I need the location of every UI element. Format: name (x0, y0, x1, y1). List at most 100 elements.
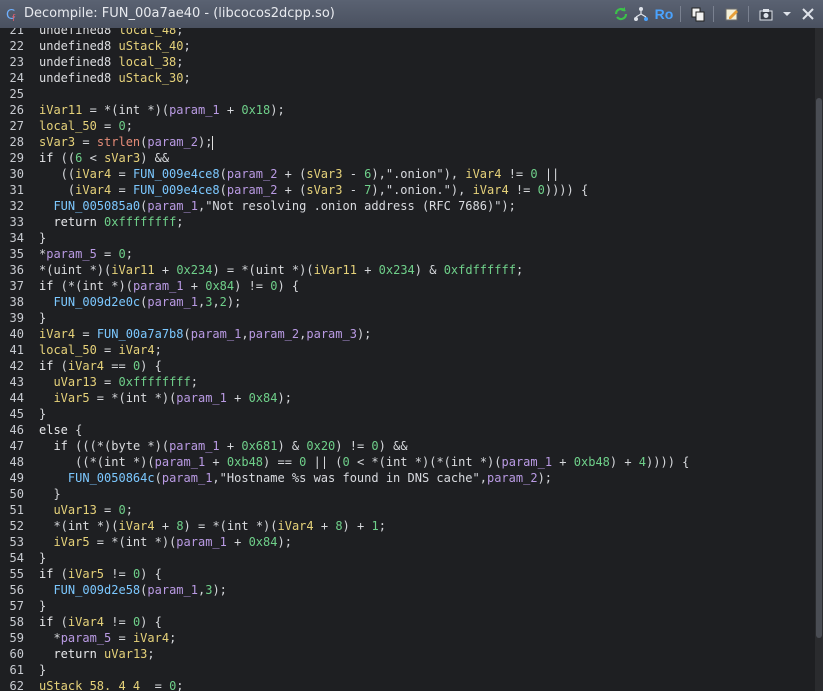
code-token[interactable]: strlen (97, 135, 140, 149)
code-token[interactable]: ) { (140, 615, 162, 629)
code-token[interactable]: ( (53, 615, 68, 629)
code-token[interactable]: 0xb48 (227, 455, 263, 469)
code-token[interactable]: iVar4 (118, 343, 154, 357)
code-line[interactable]: 29 if ((6 < sVar3) && (0, 150, 815, 166)
code-text[interactable]: if ((6 < sVar3) && (39, 150, 169, 166)
code-line[interactable]: 37 if (*(int *)(param_1 + 0x84) != 0) { (0, 278, 815, 294)
code-line[interactable]: 42 if (iVar4 == 0) { (0, 358, 815, 374)
code-text[interactable]: } (39, 550, 46, 566)
code-token[interactable]: ; (169, 631, 176, 645)
code-line[interactable]: 25 (0, 86, 815, 102)
code-token[interactable]: undefined8 (39, 28, 118, 37)
code-text[interactable]: FUN_0050864c(param_1,"Hostname %s was fo… (39, 470, 552, 486)
code-token[interactable]: iVar4 (278, 519, 314, 533)
code-token[interactable]: "Not resolving .onion address (RFC 7686)… (205, 199, 501, 213)
menu-chevron-icon[interactable] (779, 5, 795, 23)
code-token[interactable]: byte (111, 439, 140, 453)
code-token[interactable]: param_2 (227, 183, 278, 197)
code-token[interactable]: "Hostname %s was found in DNS cache" (220, 471, 480, 485)
code-text[interactable]: return 0xffffffff; (39, 214, 183, 230)
code-token[interactable]: *)( (104, 279, 133, 293)
code-token[interactable]: int (104, 455, 126, 469)
code-text[interactable]: iVar4 = FUN_00a7a7b8(param_1,param_2,par… (39, 326, 371, 342)
code-token[interactable]: + (314, 519, 336, 533)
code-line[interactable]: 35 *param_5 = 0; (0, 246, 815, 262)
code-token[interactable]: param_5 (61, 631, 112, 645)
code-token[interactable]: ; (126, 503, 133, 517)
code-token[interactable]: = (97, 503, 119, 517)
code-line[interactable]: 30 ((iVar4 = FUN_009e4ce8(param_2 + (sVa… (0, 166, 815, 182)
code-text[interactable]: } (39, 406, 46, 422)
code-token[interactable]: iVar11 (39, 103, 82, 117)
code-token[interactable]: + (205, 455, 227, 469)
code-line[interactable]: 51 uVar13 = 0; (0, 502, 815, 518)
code-token[interactable]: local_50 (39, 343, 97, 357)
code-token[interactable]: + ( (277, 183, 307, 197)
code-token[interactable]: FUN_009e4ce8 (133, 183, 220, 197)
copy-icon[interactable] (689, 5, 707, 23)
code-token[interactable]: else (39, 423, 68, 437)
code-token[interactable]: ; (176, 215, 183, 229)
code-token[interactable]: + (227, 391, 249, 405)
code-text[interactable]: if (*(int *)(param_1 + 0x84) != 0) { (39, 278, 299, 294)
code-token[interactable]: ) && (379, 439, 408, 453)
code-text[interactable]: if (iVar4 != 0) { (39, 614, 162, 630)
code-token[interactable]: param_1 (169, 439, 220, 453)
code-token[interactable]: *)( (126, 455, 155, 469)
code-line[interactable]: 34} (0, 230, 815, 246)
decompiled-code-editor[interactable]: 21 undefined8 local_48; 22 undefined8 uStac… (0, 28, 815, 691)
code-text[interactable]: else { (39, 422, 82, 438)
code-token[interactable]: } (39, 311, 46, 325)
tree-icon[interactable] (632, 5, 650, 23)
code-token[interactable]: = (111, 167, 133, 181)
code-token[interactable]: + (357, 263, 379, 277)
code-token[interactable]: ((*( (39, 455, 104, 469)
code-text[interactable]: if (((*(byte *)(param_1 + 0x681) & 0x20)… (39, 438, 408, 454)
code-token[interactable]: = (97, 343, 119, 357)
code-text[interactable]: } (39, 310, 46, 326)
code-line[interactable]: 23 undefined8 local_38; (0, 54, 815, 70)
code-token[interactable]: + (184, 279, 206, 293)
code-token[interactable]: } (39, 487, 60, 501)
code-token[interactable]: ; (176, 679, 183, 691)
code-token[interactable]: < *( (350, 455, 386, 469)
code-token[interactable]: ); (198, 135, 212, 149)
code-token[interactable]: = (75, 135, 97, 149)
code-text[interactable]: *(uint *)(iVar11 + 0x234) = *(uint *)(iV… (39, 262, 523, 278)
code-token[interactable]: param_1 (147, 295, 198, 309)
code-token[interactable]: ) != (234, 279, 270, 293)
code-token[interactable]: FUN_009d2e0c (53, 295, 140, 309)
snapshot-icon[interactable] (757, 5, 775, 23)
code-token[interactable]: param_1 (176, 391, 227, 405)
code-token[interactable]: ); (227, 295, 241, 309)
code-token[interactable]: = (111, 183, 133, 197)
code-token[interactable]: ) == (263, 455, 299, 469)
code-token[interactable]: (((*( (68, 439, 111, 453)
code-token[interactable]: ) != (335, 439, 371, 453)
code-line[interactable]: 58 if (iVar4 != 0) { (0, 614, 815, 630)
code-line[interactable]: 41 local_50 = iVar4; (0, 342, 815, 358)
code-token[interactable]: ) { (140, 567, 162, 581)
code-token[interactable]: param_2 (487, 471, 538, 485)
code-line[interactable]: 22 undefined8 uStack_40; (0, 38, 815, 54)
code-token[interactable]: ; (147, 647, 154, 661)
code-token[interactable]: param_2 (227, 167, 278, 181)
code-line[interactable]: 33 return 0xffffffff; (0, 214, 815, 230)
code-token[interactable]: + (227, 535, 249, 549)
code-token[interactable]: = (97, 247, 119, 261)
code-line[interactable]: 31 (iVar4 = FUN_009e4ce8(param_2 + (sVar… (0, 182, 815, 198)
code-token[interactable]: ) { (140, 359, 162, 373)
code-line[interactable]: 52 *(int *)(iVar4 + 8) = *(int *)(iVar4 … (0, 518, 815, 534)
code-line[interactable]: 43 uVar13 = 0xffffffff; (0, 374, 815, 390)
code-token[interactable]: , (212, 295, 219, 309)
code-line[interactable]: 26 iVar11 = *(int *)(param_1 + 0x18); (0, 102, 815, 118)
code-token[interactable]: FUN_009d2e58 (53, 583, 140, 597)
code-token[interactable]: 0 (119, 247, 126, 261)
code-line[interactable]: 59 *param_5 = iVar4; (0, 630, 815, 646)
code-token[interactable]: 0x234 (176, 263, 212, 277)
code-token[interactable]: = (147, 679, 169, 691)
code-line[interactable]: 49 FUN_0050864c(param_1,"Hostname %s was… (0, 470, 815, 486)
code-token[interactable]: iVar11 (314, 263, 357, 277)
code-token[interactable]: sVar3 (104, 151, 140, 165)
code-token[interactable]: param_1 (147, 583, 198, 597)
